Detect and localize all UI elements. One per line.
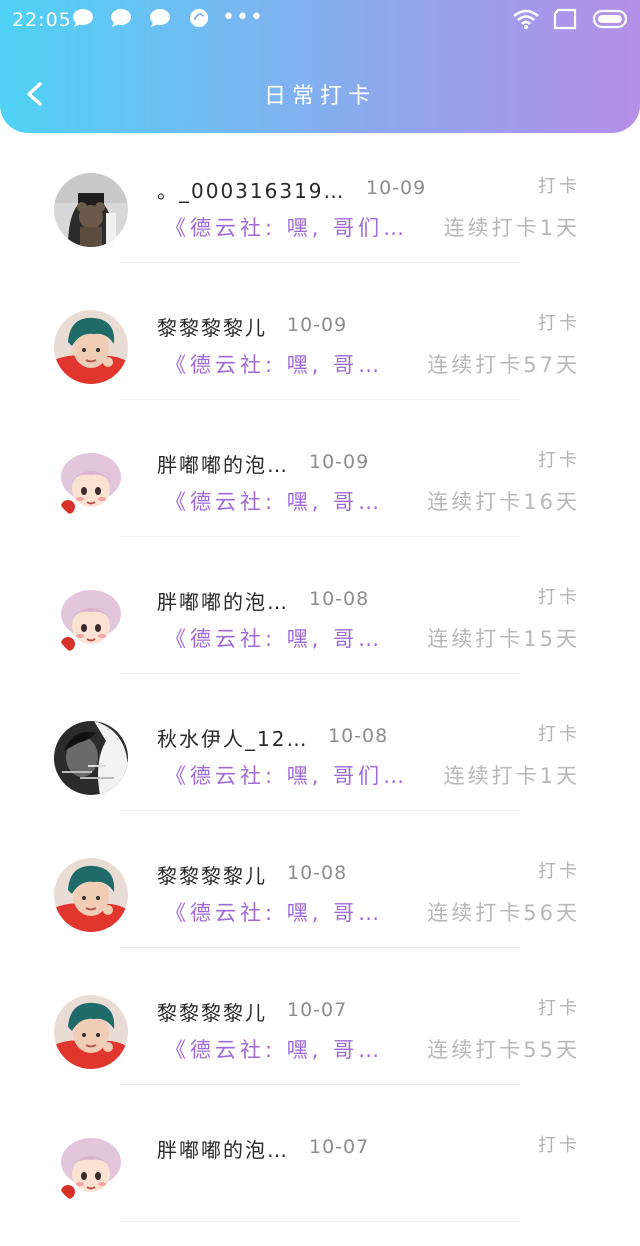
- user-name[interactable]: 秋水伊人_12…: [157, 723, 308, 752]
- more-notifications-icon: •••: [222, 5, 264, 30]
- checkin-tag: 打卡: [538, 724, 580, 745]
- checkin-list[interactable]: 。_000316319… 10-09 打卡 《德云社: 嘿, 哥们… 连续打卡1天 黎黎黎…: [0, 150, 640, 1246]
- row-divider: [120, 262, 520, 263]
- checkin-row[interactable]: 黎黎黎黎儿 10-09 打卡《德云社: 嘿, 哥… 连续打卡57天: [0, 287, 640, 424]
- checkin-message[interactable]: 《德云社: 嘿, 哥…: [165, 349, 383, 379]
- checkin-row[interactable]: 胖嘟嘟的泡… 10-09 打卡《德云社: 嘿, 哥… 连续打卡16天: [0, 424, 640, 561]
- streak-count: 连续打卡1天: [443, 216, 580, 240]
- row-divider: [120, 947, 520, 948]
- checkin-date: 10-09: [287, 314, 348, 336]
- wifi-icon: [513, 9, 539, 29]
- user-name[interactable]: 黎黎黎黎儿: [157, 312, 267, 341]
- checkin-message[interactable]: 《德云社: 嘿, 哥们…: [165, 212, 408, 242]
- checkin-date: 10-07: [287, 999, 348, 1021]
- checkin-message[interactable]: 《德云社: 嘿, 哥…: [165, 623, 383, 653]
- checkin-tag: 打卡: [538, 450, 580, 471]
- user-name[interactable]: 黎黎黎黎儿: [157, 860, 267, 889]
- streak-count: 连续打卡15天: [427, 627, 580, 651]
- avatar[interactable]: [54, 721, 128, 795]
- checkin-row[interactable]: 胖嘟嘟的泡… 10-07 打卡: [0, 1109, 640, 1246]
- streak-count: 连续打卡57天: [427, 353, 580, 377]
- checkin-row[interactable]: 黎黎黎黎儿 10-08 打卡《德云社: 嘿, 哥… 连续打卡56天: [0, 835, 640, 972]
- avatar[interactable]: [54, 173, 128, 247]
- message-icon: [111, 9, 131, 27]
- checkin-tag: 打卡: [538, 861, 580, 882]
- status-time: 22:05: [12, 9, 72, 31]
- streak-count: 连续打卡16天: [427, 490, 580, 514]
- checkin-date: 10-09: [309, 451, 370, 473]
- checkin-date: 10-08: [328, 725, 389, 747]
- checkin-tag: 打卡: [538, 998, 580, 1019]
- avatar[interactable]: [54, 1132, 128, 1206]
- streak-count: 连续打卡55天: [427, 1038, 580, 1062]
- row-divider: [120, 399, 520, 400]
- checkin-date: 10-07: [309, 1136, 370, 1158]
- avatar[interactable]: [54, 310, 128, 384]
- status-bar: 22:05 •••: [0, 0, 640, 40]
- user-name[interactable]: 胖嘟嘟的泡…: [157, 1134, 289, 1163]
- avatar[interactable]: [54, 584, 128, 658]
- checkin-date: 10-08: [309, 588, 370, 610]
- checkin-tag: 打卡: [538, 313, 580, 334]
- header-bar: 22:05 ••• 日常打卡: [0, 0, 640, 133]
- row-divider: [120, 536, 520, 537]
- avatar[interactable]: [54, 858, 128, 932]
- message-icon: [73, 9, 93, 27]
- checkin-message[interactable]: 《德云社: 嘿, 哥…: [165, 1034, 383, 1064]
- page-title: 日常打卡: [263, 84, 376, 109]
- app-notification-icon: [189, 8, 209, 28]
- streak-count: 连续打卡56天: [427, 901, 580, 925]
- checkin-message[interactable]: 《德云社: 嘿, 哥…: [165, 486, 383, 516]
- streak-count: 连续打卡1天: [443, 764, 580, 788]
- user-name[interactable]: 。_000316319…: [157, 175, 346, 204]
- row-divider: [120, 1084, 520, 1085]
- checkin-row[interactable]: 黎黎黎黎儿 10-07 打卡《德云社: 嘿, 哥… 连续打卡55天: [0, 972, 640, 1109]
- checkin-message[interactable]: 《德云社: 嘿, 哥们…: [165, 760, 408, 790]
- checkin-tag: 打卡: [538, 1135, 580, 1156]
- checkin-tag: 打卡: [538, 176, 580, 197]
- checkin-row[interactable]: 胖嘟嘟的泡… 10-08 打卡《德云社: 嘿, 哥… 连续打卡15天: [0, 561, 640, 698]
- checkin-row[interactable]: 秋水伊人_12… 10-08 打卡《德云社: 嘿, 哥们… 连续打卡1天: [0, 698, 640, 835]
- avatar[interactable]: [54, 447, 128, 521]
- row-divider: [120, 673, 520, 674]
- user-name[interactable]: 胖嘟嘟的泡…: [157, 586, 289, 615]
- avatar[interactable]: [54, 995, 128, 1069]
- user-name[interactable]: 黎黎黎黎儿: [157, 997, 267, 1026]
- checkin-date: 10-09: [366, 177, 427, 199]
- sim-card-icon: [553, 8, 577, 30]
- row-divider: [120, 810, 520, 811]
- battery-icon: [592, 9, 628, 29]
- checkin-date: 10-08: [287, 862, 348, 884]
- row-divider: [120, 1221, 520, 1222]
- checkin-message[interactable]: 《德云社: 嘿, 哥…: [165, 897, 383, 927]
- message-icon: [150, 9, 170, 27]
- checkin-tag: 打卡: [538, 587, 580, 608]
- checkin-row[interactable]: 。_000316319… 10-09 打卡《德云社: 嘿, 哥们… 连续打卡1天: [0, 150, 640, 287]
- user-name[interactable]: 胖嘟嘟的泡…: [157, 449, 289, 478]
